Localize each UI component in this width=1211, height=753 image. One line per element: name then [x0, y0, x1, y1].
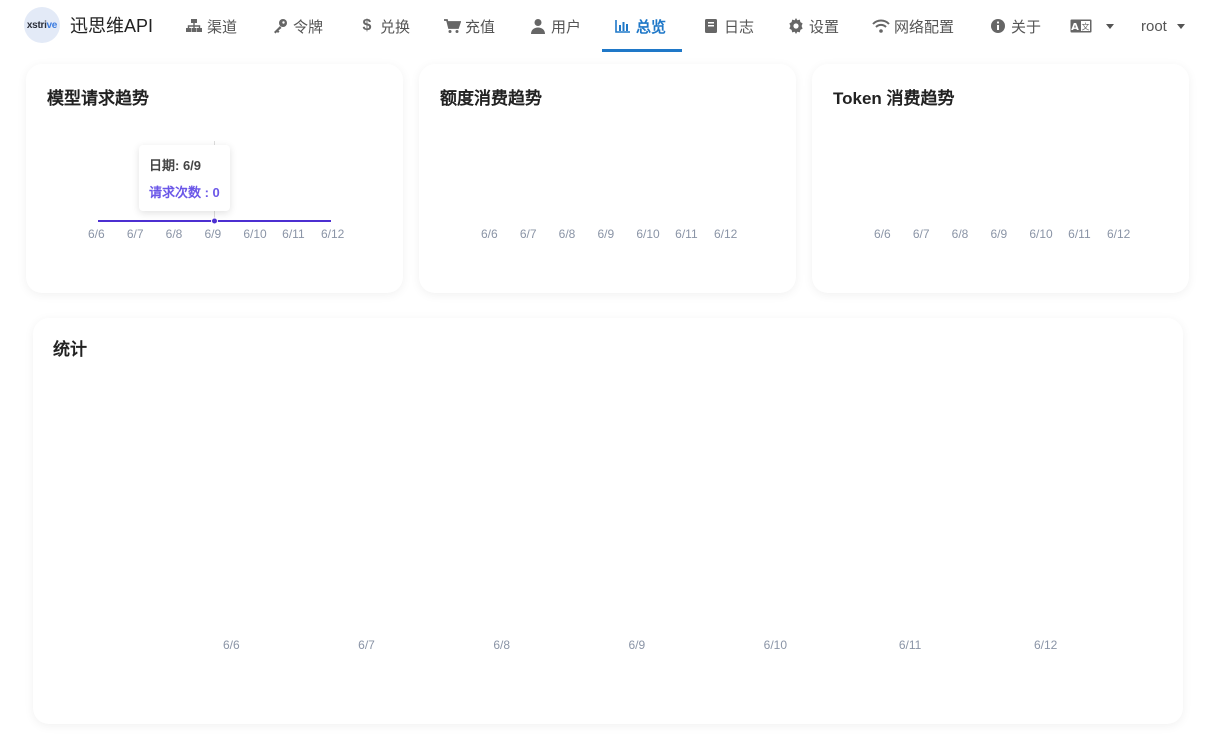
x-tick-label: 6/6 [481, 227, 498, 241]
x-tick-label: 6/8 [165, 227, 183, 241]
x-tick-label: 6/9 [204, 227, 222, 241]
wifi-icon [872, 17, 890, 35]
nav-item-network[interactable]: 网络配置 [872, 0, 954, 52]
chevron-down-icon [1106, 23, 1114, 29]
x-tick-label: 6/11 [898, 638, 922, 652]
key-icon [271, 17, 289, 35]
x-tick-label: 6/11 [282, 227, 305, 241]
card-title: 模型请求趋势 [47, 89, 149, 108]
statistics-card: 统计 [33, 318, 1183, 724]
tooltip-date: 日期: 6/9 [149, 158, 202, 173]
x-tick-label: 6/6 [223, 638, 240, 652]
brand[interactable]: xstri ve 迅思维API [24, 7, 153, 43]
bar-chart-icon [614, 17, 632, 35]
x-tick-label: 6/9 [597, 227, 615, 241]
card-title: Token 消费趋势 [833, 89, 955, 108]
nav-label: 用户 [551, 18, 582, 36]
nav-label: 日志 [724, 18, 755, 36]
nav-label: 设置 [809, 18, 840, 36]
nav-label: 兑换 [380, 18, 411, 36]
logo-text-accent: ve [46, 19, 58, 31]
svg-text:A: A [1071, 22, 1079, 33]
nav-item-channels[interactable]: 渠道 [185, 0, 237, 52]
nav-label: 令牌 [293, 18, 324, 36]
nav-label: 总览 [636, 18, 667, 36]
logo-text: xstri [26, 19, 47, 31]
x-tick-label: 6/8 [493, 638, 511, 652]
nav-item-users[interactable]: 用户 [529, 0, 581, 52]
nav-item-topup[interactable]: 充值 [443, 0, 495, 52]
x-tick-label: 6/12 [1034, 638, 1058, 652]
info-icon [989, 17, 1007, 35]
tooltip-count: 请求次数 : 0 [149, 185, 220, 200]
x-tick-label: 6/7 [126, 227, 144, 241]
nav-item-settings[interactable]: 设置 [787, 0, 839, 52]
chart-tooltip: 日期: 6/9 请求次数 : 0 [139, 145, 230, 211]
x-tick-label: 6/12 [321, 227, 345, 241]
top-nav: xstri ve 迅思维API 渠道 令牌 $ 兑换 充值 用户 总览 日志 设… [0, 0, 1211, 52]
quota-trend-card: 额度消费趋势 [419, 64, 796, 293]
nav-label: 关于 [1011, 18, 1042, 36]
x-tick-label: 6/7 [912, 227, 930, 241]
nav-item-about[interactable]: 关于 [989, 0, 1041, 52]
nav-label: 充值 [465, 18, 496, 36]
nav-item-redeem[interactable]: $ 兑换 [358, 0, 410, 52]
chevron-down-icon [1176, 23, 1185, 29]
cart-icon [443, 17, 461, 35]
x-tick-label: 6/8 [951, 227, 969, 241]
x-tick-label: 6/11 [1068, 227, 1091, 241]
user-icon [529, 17, 547, 35]
user-name: root [1141, 17, 1167, 35]
language-dropdown[interactable]: A文 [1070, 0, 1114, 52]
x-tick-label: 6/9 [628, 638, 646, 652]
x-tick-label: 6/10 [1029, 227, 1053, 241]
x-tick-label: 6/12 [714, 227, 738, 241]
x-tick-label: 6/12 [1107, 227, 1131, 241]
nav-label: 渠道 [207, 18, 238, 36]
nav-item-logs[interactable]: 日志 [702, 0, 754, 52]
dollar-icon: $ [362, 17, 372, 34]
nav-item-tokens[interactable]: 令牌 [271, 0, 323, 52]
x-tick-label: 6/10 [763, 638, 788, 652]
token-trend-card: Token 消费趋势 [812, 64, 1189, 293]
card-title: 额度消费趋势 [440, 89, 542, 108]
x-tick-label: 6/8 [558, 227, 576, 241]
user-menu[interactable]: root [1141, 0, 1185, 52]
x-tick-label: 6/6 [874, 227, 891, 241]
book-icon [702, 17, 720, 35]
sitemap-icon [185, 17, 203, 35]
nav-item-overview[interactable]: 总览 [601, 0, 683, 52]
x-tick-label: 6/11 [675, 227, 698, 241]
translate-icon: A文 [1070, 17, 1092, 35]
card-title: 统计 [53, 340, 87, 359]
x-tick-label: 6/7 [358, 638, 375, 652]
x-tick-label: 6/6 [88, 227, 105, 241]
brand-name: 迅思维API [70, 16, 154, 36]
x-tick-label: 6/10 [636, 227, 660, 241]
x-tick-label: 6/7 [519, 227, 537, 241]
x-tick-label: 6/10 [243, 227, 267, 241]
nav-label: 网络配置 [894, 18, 955, 36]
gear-icon [787, 17, 805, 35]
x-tick-label: 6/9 [990, 227, 1008, 241]
svg-text:文: 文 [1082, 22, 1090, 32]
brand-logo: xstri ve [24, 7, 60, 43]
